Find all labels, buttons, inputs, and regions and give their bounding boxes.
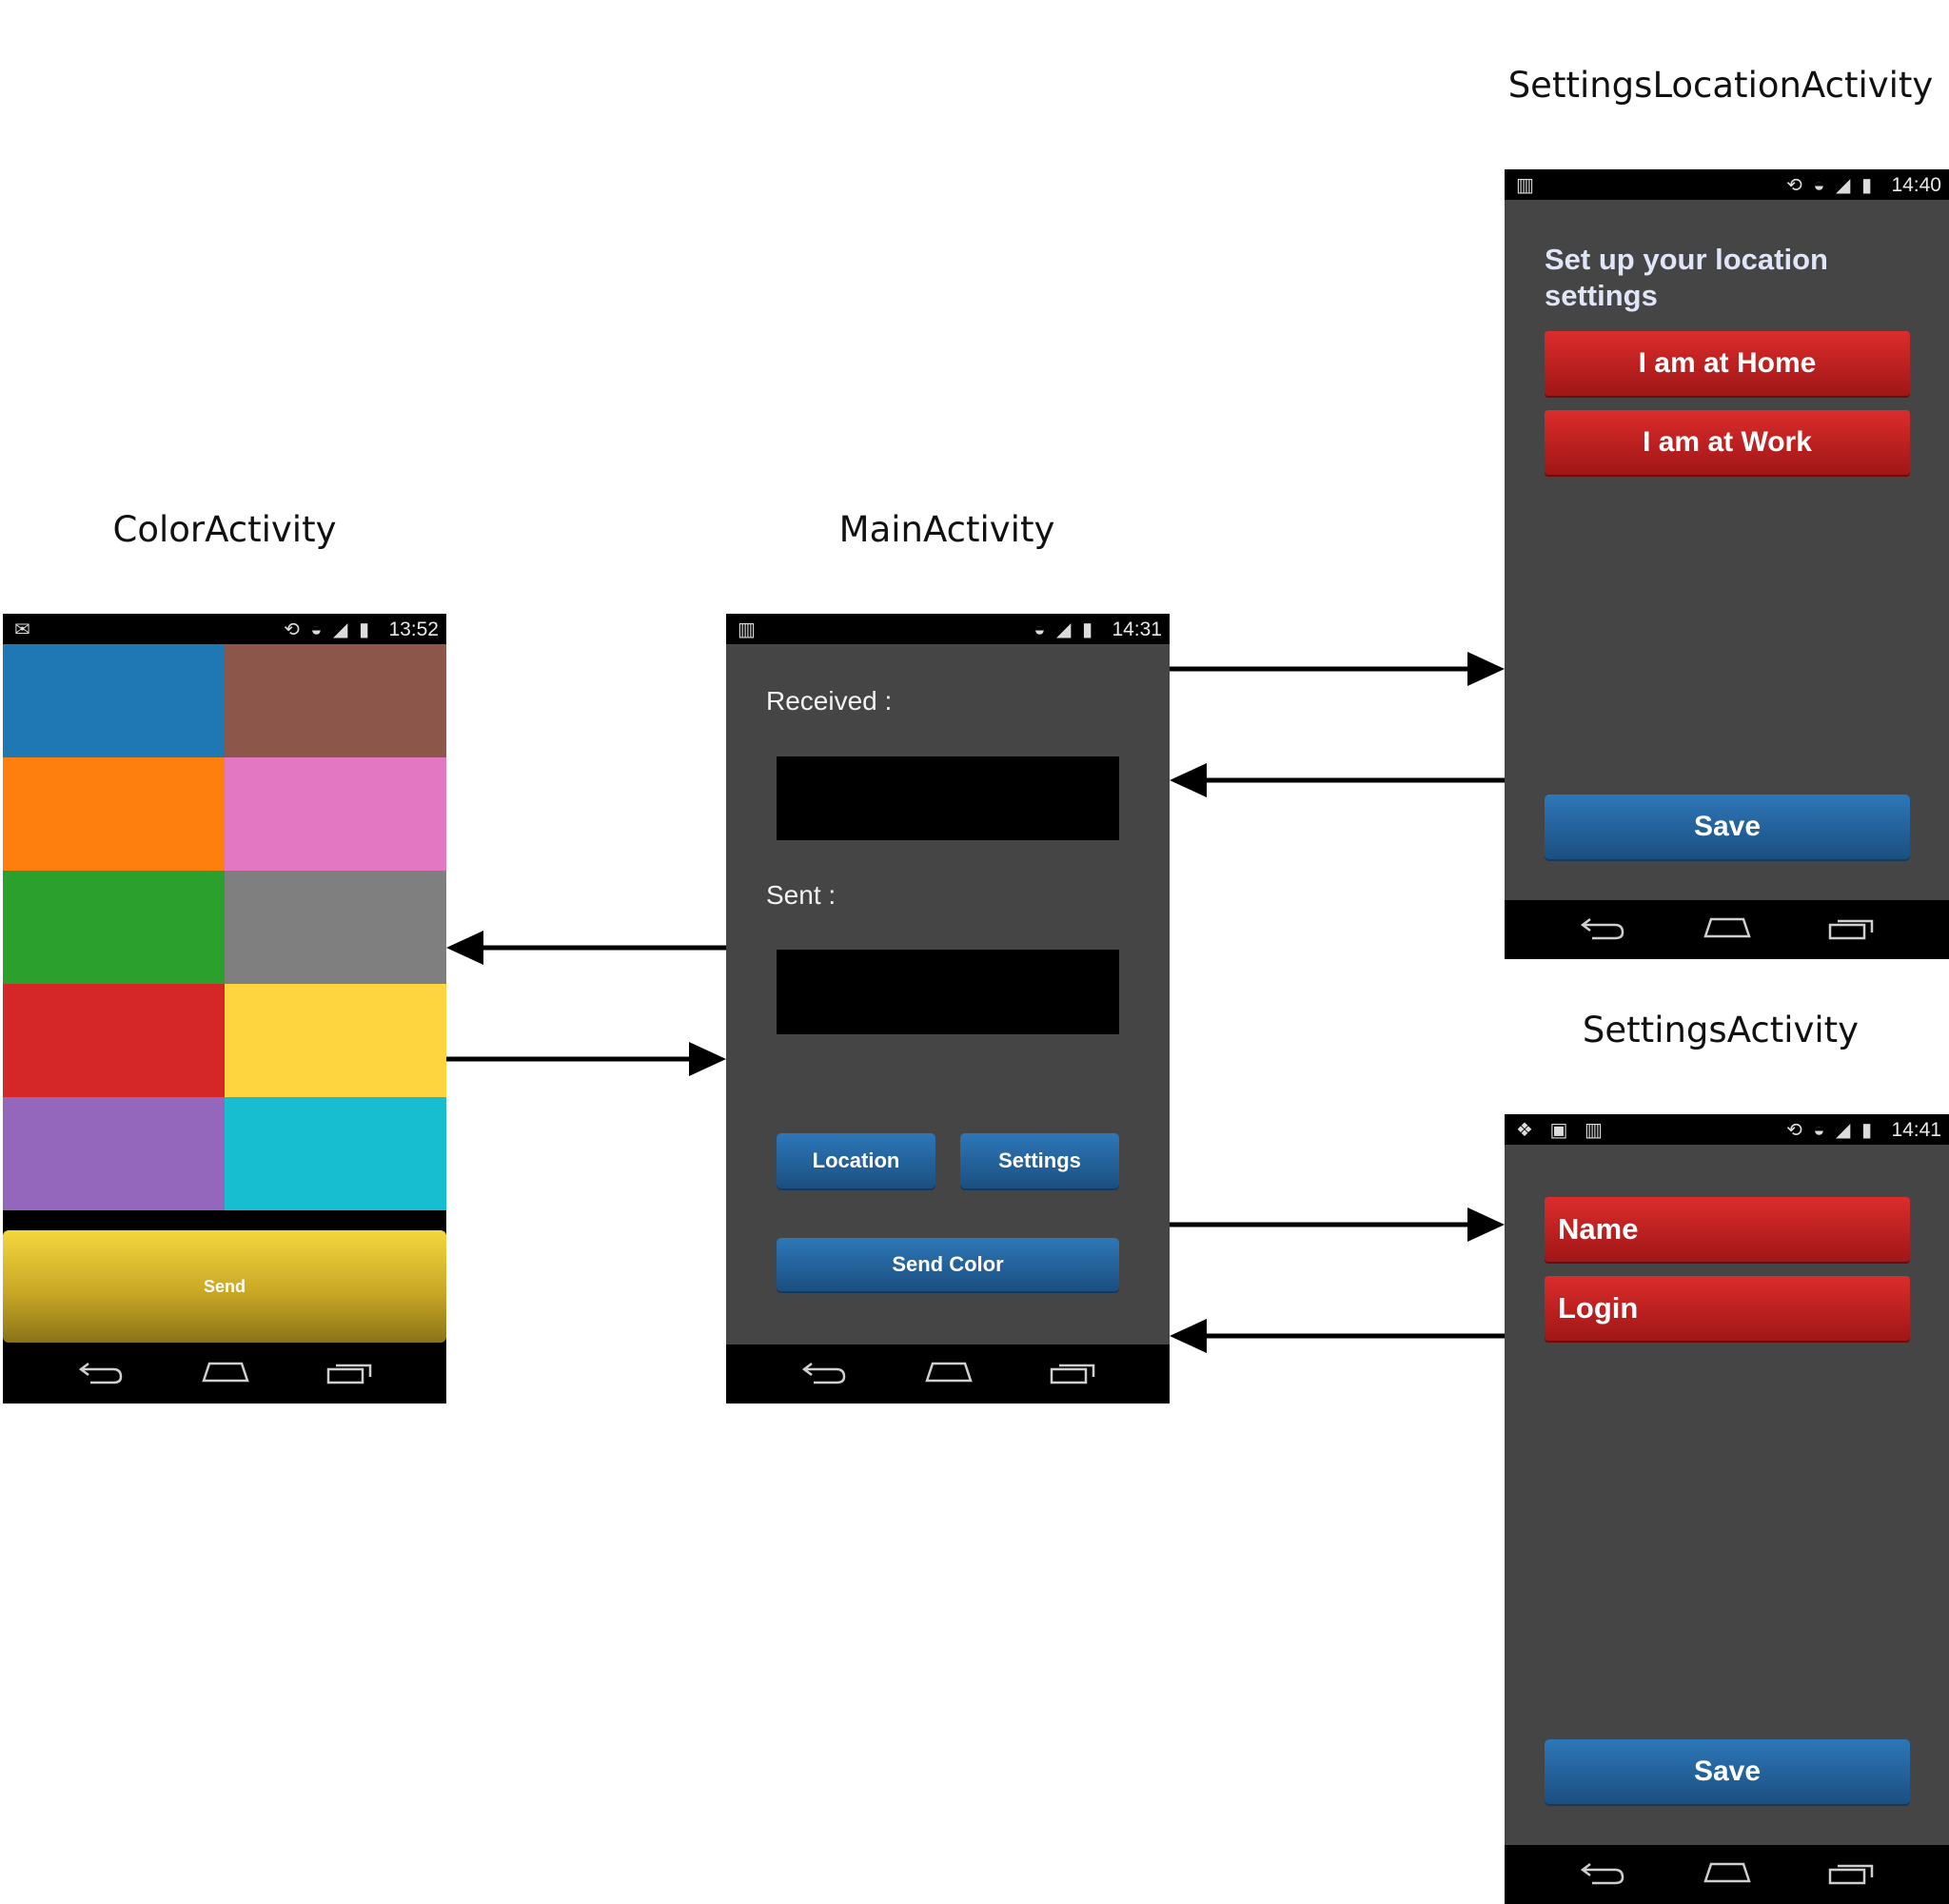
arrowhead-main-to-color [446,931,483,965]
arrowhead-settings-to-main [1170,1319,1207,1353]
arrowhead-main-to-settings [1467,1207,1505,1242]
arrowhead-color-to-main [689,1042,726,1076]
arrowhead-settings-location-to-main [1170,763,1207,797]
navigation-arrows [446,652,1505,1353]
arrowhead-main-to-settings-location [1467,652,1505,686]
